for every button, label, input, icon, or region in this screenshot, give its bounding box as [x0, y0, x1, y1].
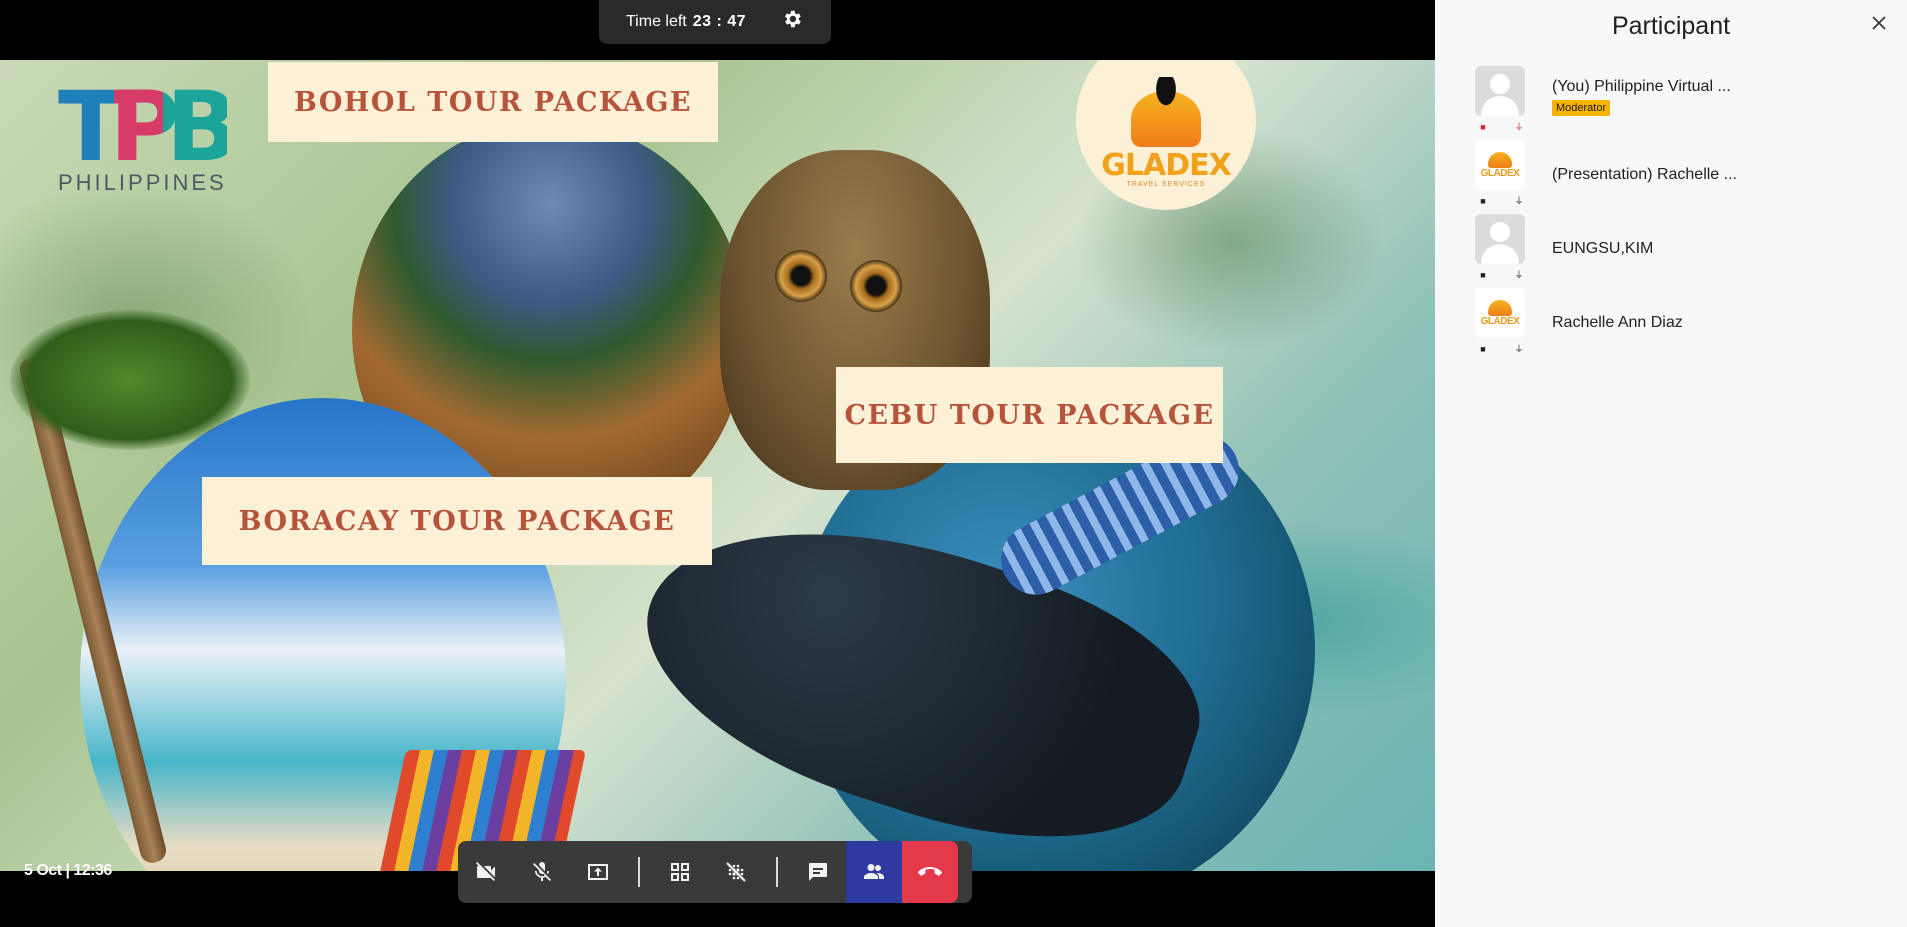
participant-row[interactable]: GLADEX ■ ⏚ (Presentation) Rachelle ...	[1475, 140, 1895, 206]
share-screen-button[interactable]	[570, 841, 626, 903]
toolbar-divider	[638, 857, 640, 887]
background-effects-icon	[726, 862, 746, 882]
chat-icon	[809, 863, 827, 881]
participants-panel: Participant ■ ⏚ (You) Philippine Virtual…	[1435, 0, 1907, 927]
leave-call-button[interactable]	[902, 841, 958, 903]
date-time-stamp: 5 Oct | 12:36	[24, 862, 112, 879]
participants-icon	[864, 864, 884, 879]
shared-presentation-slide: BOHOL TOUR PACKAGE CEBU TOUR PACKAGE BOR…	[0, 60, 1435, 871]
time-left-indicator: Time left 23 : 47	[599, 0, 831, 44]
time-left-label: Time left	[626, 13, 687, 30]
moderator-badge: Moderator	[1552, 100, 1611, 116]
camera-off-icon	[476, 862, 495, 881]
tpb-logo: TPB PHILIPPINES	[58, 71, 239, 196]
background-effects-button[interactable]	[708, 841, 764, 903]
camera-off-icon: ■	[1480, 122, 1486, 132]
camera-toggle-button[interactable]	[458, 841, 514, 903]
mic-off-icon	[533, 862, 551, 881]
grid-view-icon	[671, 863, 689, 881]
close-icon[interactable]	[1869, 14, 1889, 34]
participant-name: (You) Philippine Virtual ...	[1552, 78, 1731, 95]
mic-icon: ⏚	[1514, 196, 1524, 206]
panel-title: Participant	[1611, 12, 1731, 40]
gladex-palm-sunset-icon	[1488, 299, 1512, 316]
mic-toggle-button[interactable]	[514, 841, 570, 903]
bohol-package-label: BOHOL TOUR PACKAGE	[268, 62, 718, 142]
palm-leaves-image	[10, 310, 250, 450]
participant-row[interactable]: ■ ⏚ (You) Philippine Virtual ... Moderat…	[1475, 66, 1895, 132]
mic-off-icon: ⏚	[1514, 122, 1524, 132]
toolbar-divider	[776, 857, 778, 887]
meeting-toolbar	[458, 841, 972, 903]
cebu-package-label: CEBU TOUR PACKAGE	[836, 367, 1223, 463]
grid-view-button[interactable]	[652, 841, 708, 903]
time-left-value: 23 : 47	[692, 13, 747, 30]
participant-row[interactable]: GLADEX ■ ⏚ Rachelle Ann Diaz	[1475, 288, 1895, 354]
avatar	[1475, 66, 1525, 116]
camera-icon: ■	[1480, 270, 1486, 280]
camera-icon: ■	[1480, 196, 1486, 206]
camera-icon: ■	[1480, 344, 1486, 354]
mic-icon: ⏚	[1514, 344, 1524, 354]
participant-name: Rachelle Ann Diaz	[1552, 314, 1683, 331]
mic-icon: ⏚	[1514, 270, 1524, 280]
gear-icon[interactable]	[780, 8, 804, 32]
boracay-package-label: BORACAY TOUR PACKAGE	[202, 477, 712, 565]
chat-button[interactable]	[790, 841, 846, 903]
tpb-logo-subtitle: PHILIPPINES	[58, 170, 227, 195]
hang-up-icon	[918, 867, 942, 876]
share-screen-icon	[588, 864, 608, 880]
avatar: GLADEX	[1475, 140, 1525, 190]
participant-name: EUNGSU,KIM	[1552, 240, 1654, 257]
gladex-logo-subtitle: TRAVEL SERVICES	[1126, 181, 1206, 188]
video-stage: BOHOL TOUR PACKAGE CEBU TOUR PACKAGE BOR…	[0, 0, 1435, 927]
tpb-logo-letters: TPB	[58, 71, 239, 183]
tarsier-eye	[775, 250, 827, 302]
gladex-logo-name: GLADEX	[1101, 148, 1231, 183]
gladex-palm-sunset-icon	[1131, 77, 1201, 147]
participants-button[interactable]	[846, 841, 902, 903]
participant-row[interactable]: ■ ⏚ EUNGSU,KIM	[1475, 214, 1895, 280]
avatar: GLADEX	[1475, 288, 1525, 338]
participant-name: (Presentation) Rachelle ...	[1552, 166, 1737, 183]
tarsier-eye	[850, 260, 902, 312]
avatar	[1475, 214, 1525, 264]
gladex-palm-sunset-icon	[1488, 151, 1512, 168]
avatar-logo-text: GLADEX	[1480, 315, 1520, 327]
avatar-logo-text: GLADEX	[1480, 167, 1520, 179]
